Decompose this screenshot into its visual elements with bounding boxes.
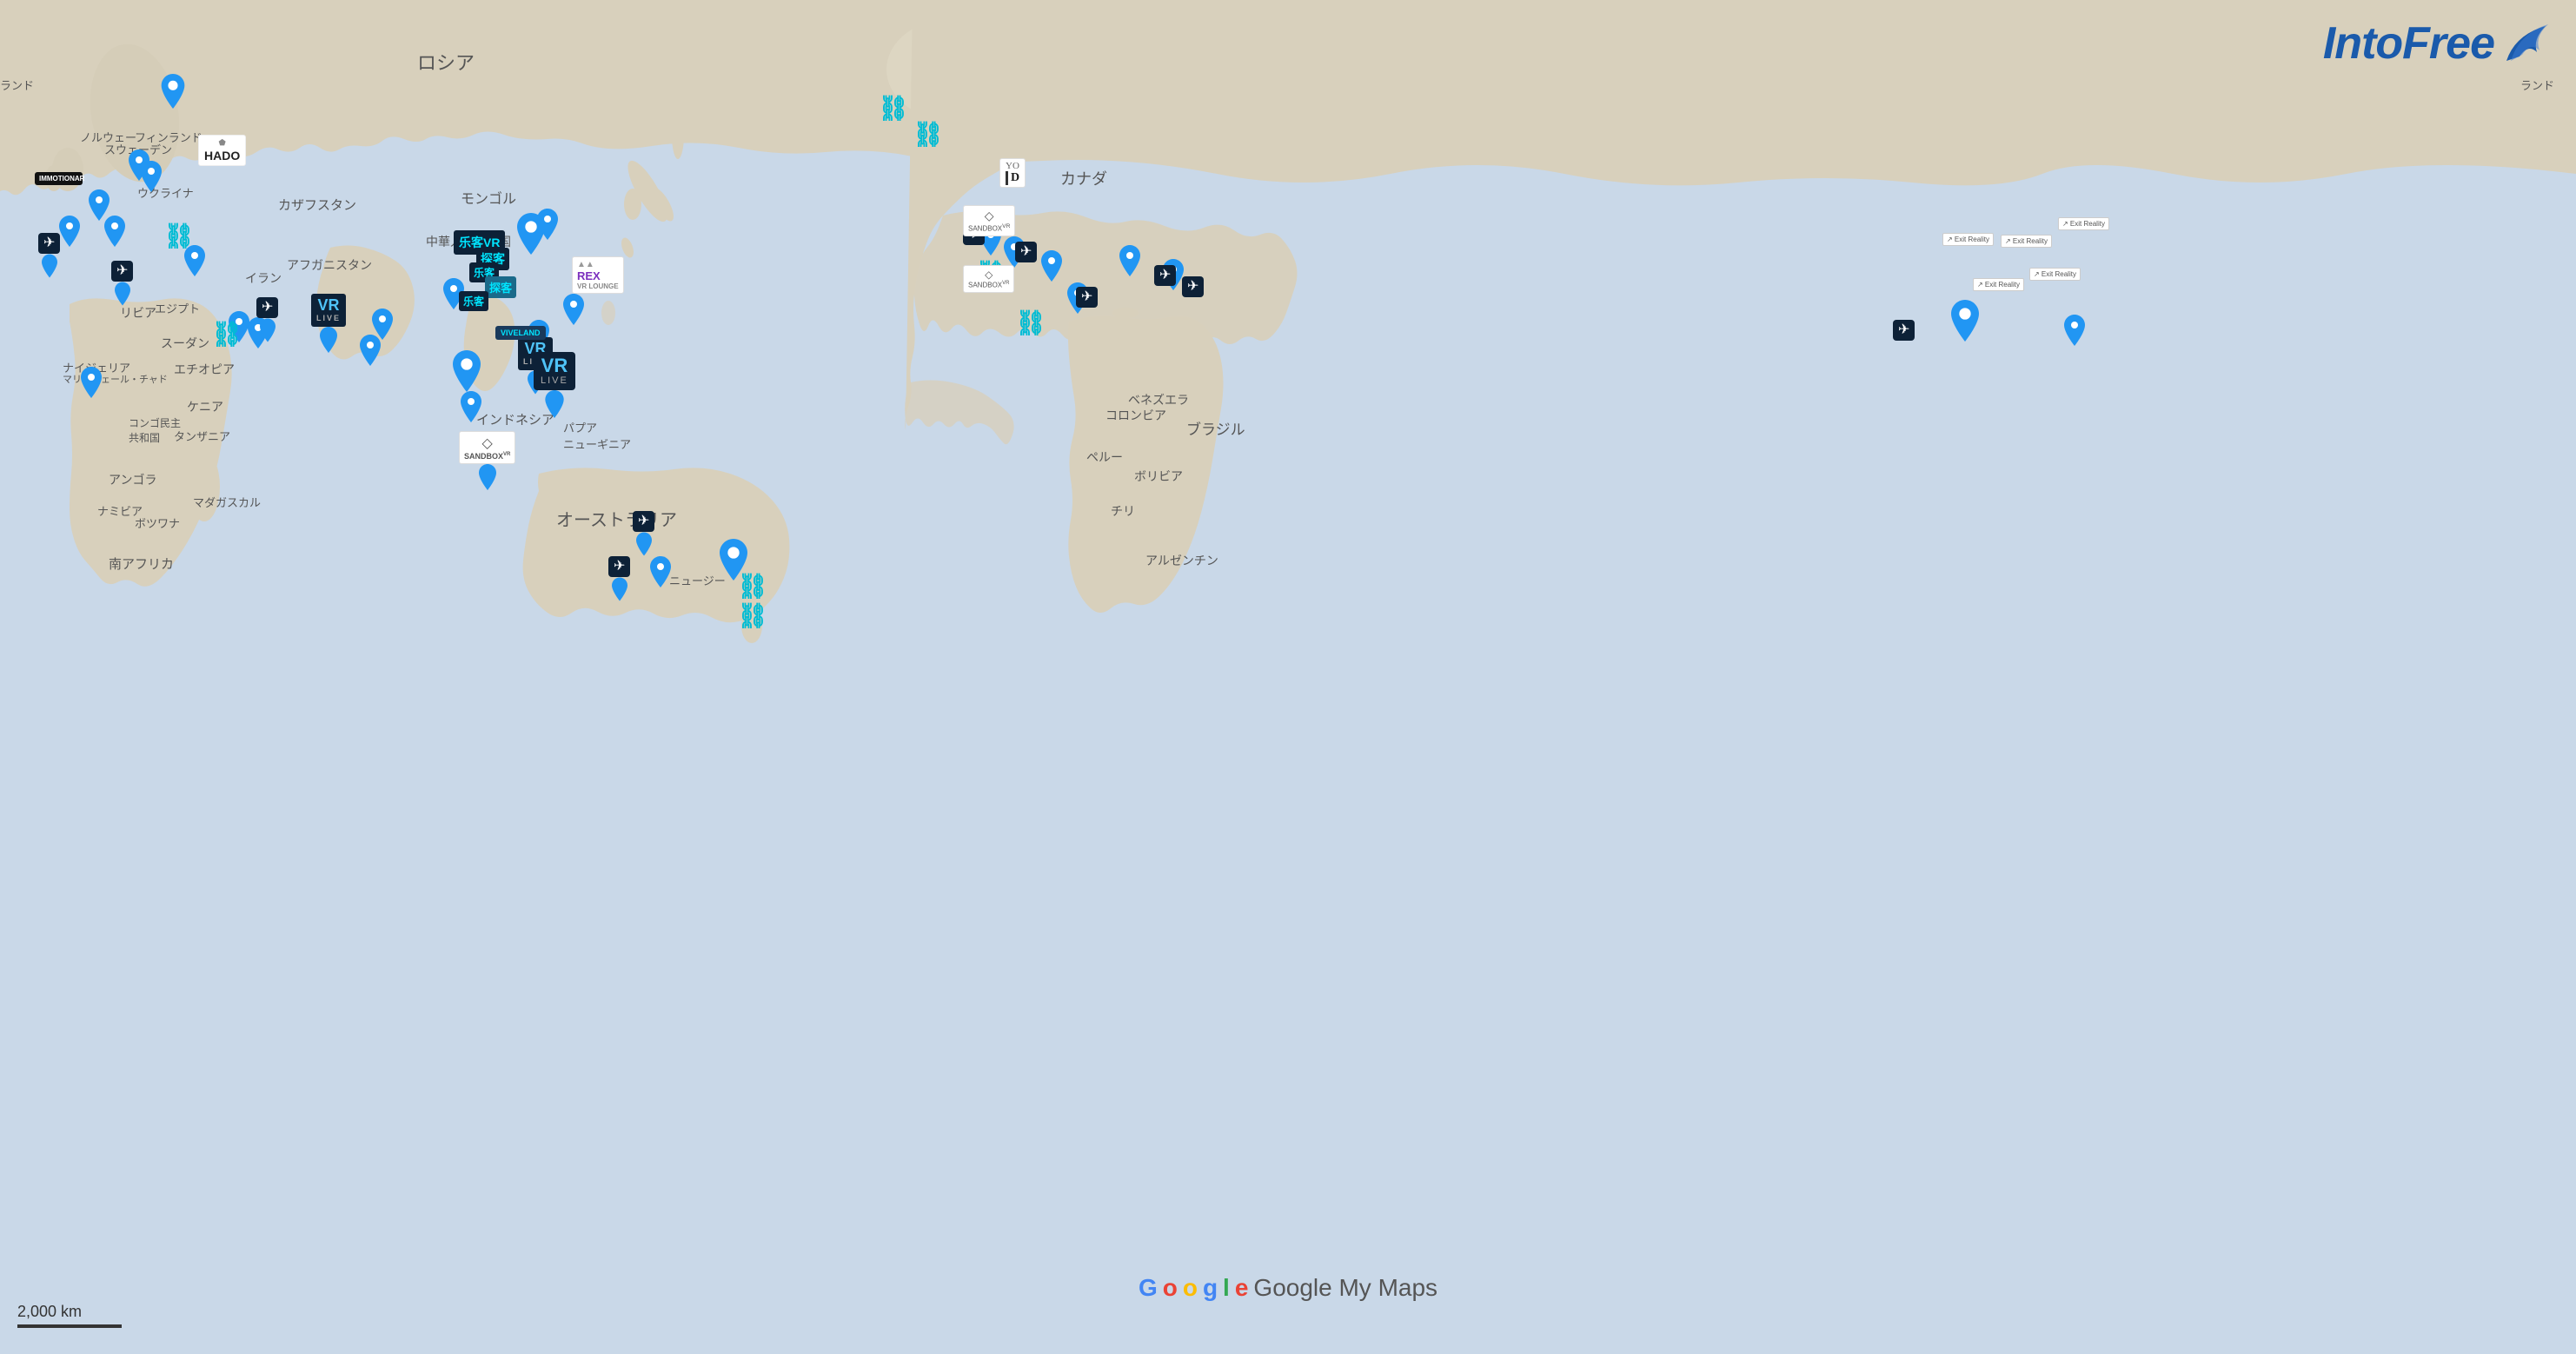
pin-china-2[interactable] <box>537 209 558 240</box>
chain-north-2[interactable]: ⛓ <box>913 120 944 149</box>
pin-japan-1[interactable] <box>563 294 584 325</box>
rex-marker[interactable]: ▲▲ REX VR LOUNGE <box>572 256 624 294</box>
hado-badge: ⬟ HADO <box>198 135 246 166</box>
scale-bar: 2,000 km <box>17 1303 122 1328</box>
pin-europe-4[interactable] <box>59 216 80 247</box>
chain-middleeast[interactable]: ⛓ <box>211 320 242 348</box>
airplane-us-4[interactable]: ✈ <box>1154 265 1176 286</box>
exit-reality-3[interactable]: ↗ Exit Reality <box>2058 217 2109 230</box>
airplane-eu-1[interactable]: ✈ <box>38 233 60 278</box>
airplane-eu-3[interactable]: ✈ <box>256 297 278 342</box>
airplane-aus-2[interactable]: ✈ <box>608 556 630 601</box>
sandbox-north[interactable]: ◇ SANDBOXVR <box>963 265 1014 293</box>
pin-sea-1[interactable] <box>453 350 481 392</box>
viveland-marker[interactable]: VIVELAND <box>495 326 546 340</box>
vrlive-center[interactable]: VR LIVE <box>534 352 575 418</box>
map-background <box>0 0 2576 1354</box>
airplane-us-3[interactable]: ✈ <box>1076 287 1098 308</box>
pin-nz[interactable] <box>650 556 671 587</box>
exit-reality-4[interactable]: ↗ Exit Reality <box>1973 278 2024 291</box>
airplane-us-5[interactable]: ✈ <box>1182 276 1204 297</box>
chain-europe[interactable]: ⛓ <box>163 222 195 250</box>
pin-sea-3[interactable] <box>461 391 481 422</box>
google-attribution: Google Google My Maps <box>1139 1274 1437 1302</box>
vrlive-europe[interactable]: VR LIVE <box>311 294 346 353</box>
pin-usa-7[interactable] <box>1951 300 1979 342</box>
exit-reality-2[interactable]: ↗ Exit Reality <box>2001 235 2052 248</box>
scale-line <box>17 1324 122 1328</box>
airplane-us-2[interactable]: ✈ <box>1015 242 1037 262</box>
chain-nz-2[interactable]: ⛓ <box>737 601 768 630</box>
pin-usa-8[interactable] <box>2064 315 2085 346</box>
rex-badge: ▲▲ REX VR LOUNGE <box>572 256 624 294</box>
vrlive-badge-europe: VR LIVE <box>311 294 346 327</box>
pin-africa-1[interactable] <box>81 367 102 398</box>
scale-label: 2,000 km <box>17 1303 82 1320</box>
chain-north-1[interactable]: ⛓ <box>878 94 909 123</box>
hado-marker[interactable]: ⬟ HADO <box>198 135 246 166</box>
chain-usa-2[interactable]: ⛓ <box>1015 309 1046 337</box>
chain-nz-1[interactable]: ⛓ <box>737 572 768 601</box>
pin-usa-5[interactable] <box>1119 245 1140 276</box>
airplane-eu-2[interactable]: ✈ <box>111 261 133 306</box>
cnvr-5[interactable]: 乐客 <box>459 291 488 311</box>
exit-reality-1[interactable]: ↗ Exit Reality <box>1942 233 1994 246</box>
brand-wing-icon <box>2498 17 2550 70</box>
exit-reality-5[interactable]: ↗ Exit Reality <box>2029 268 2081 281</box>
pin-scandinavia-1[interactable] <box>161 74 185 109</box>
airplane-aus-1[interactable]: ✈ <box>633 511 654 556</box>
immotionar-marker[interactable]: IMMOTIONAR <box>35 172 83 185</box>
sandbox-asia[interactable]: ◇ SANDBOXVR <box>459 431 515 490</box>
map-container: ロシア カザフスタン モンゴル アフガニスタン イラン 中華人民共和国 エチオピ… <box>0 0 2576 1354</box>
pin-india-2[interactable] <box>360 335 381 366</box>
sandbox-usa[interactable]: ◇ SANDBOXVR <box>963 205 1015 236</box>
pin-europe-5[interactable] <box>104 216 125 247</box>
yod-marker[interactable]: YO D <box>999 158 1026 188</box>
cnvr-4[interactable]: 探客 <box>485 276 516 298</box>
brand-name: IntoFree <box>2323 17 2494 70</box>
pin-europe-2[interactable] <box>141 161 162 192</box>
pin-usa-3[interactable] <box>1041 250 1062 282</box>
brand-logo[interactable]: IntoFree <box>2323 17 2550 70</box>
airplane-us-6[interactable]: ✈ <box>1893 320 1915 341</box>
